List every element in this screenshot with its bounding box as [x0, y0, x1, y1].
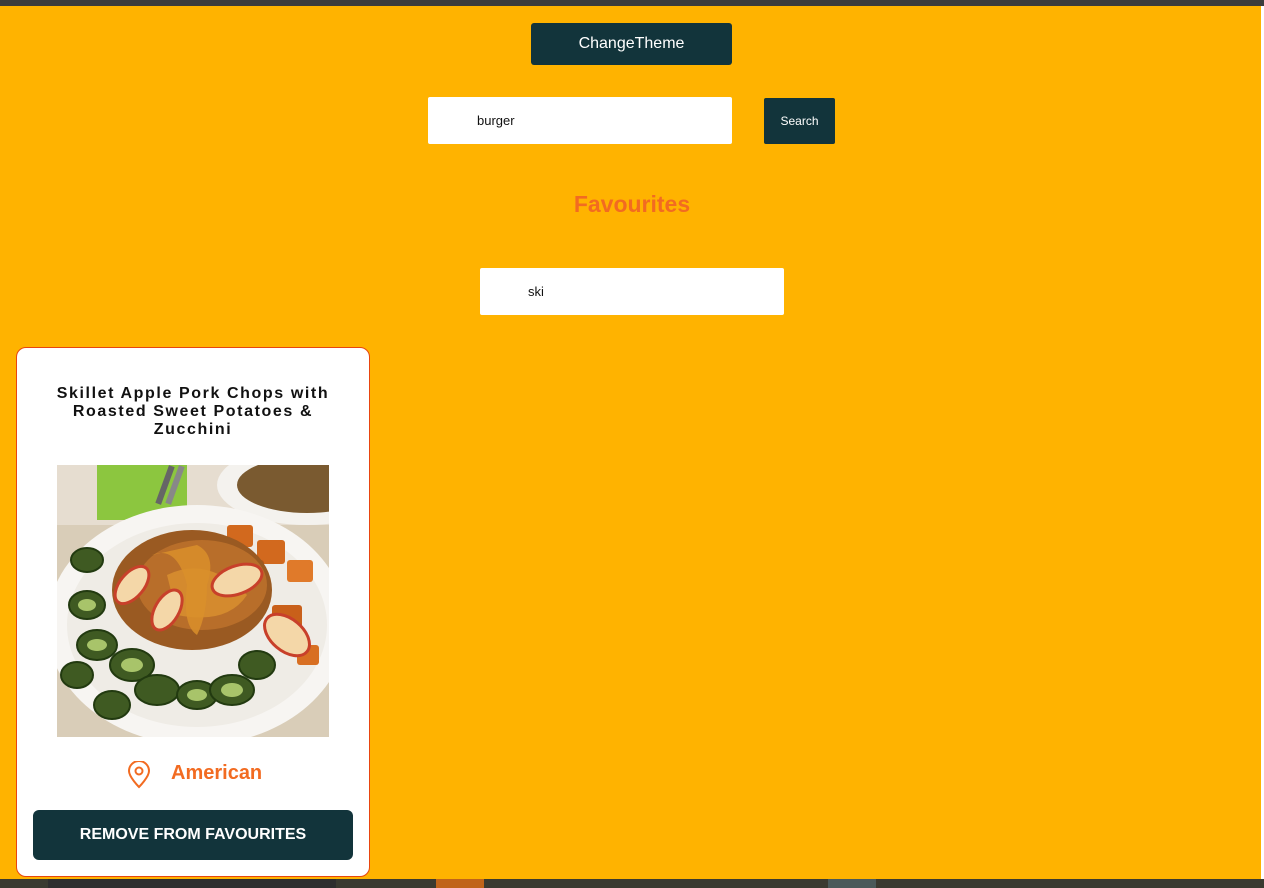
taskbar-segment — [48, 879, 336, 888]
change-theme-button[interactable]: ChangeTheme — [531, 23, 732, 65]
taskbar — [0, 879, 1264, 888]
favourites-filter-input[interactable] — [480, 268, 784, 315]
location-pin-icon — [127, 761, 151, 789]
app-page: ChangeTheme Search Favourites Skillet Ap… — [0, 0, 1264, 888]
cuisine-label: American — [171, 762, 263, 784]
favourites-heading: Favourites — [573, 191, 691, 217]
recipe-image — [57, 465, 329, 737]
taskbar-segment — [436, 879, 484, 888]
search-button[interactable]: Search — [764, 98, 835, 144]
cuisine-row: American — [17, 758, 369, 790]
recipe-title: Skillet Apple Pork Chops with Roasted Sw… — [56, 385, 330, 438]
browser-top-bar — [0, 0, 1264, 6]
taskbar-segment — [828, 879, 876, 888]
search-input[interactable] — [428, 97, 732, 144]
recipe-card: Skillet Apple Pork Chops with Roasted Sw… — [16, 347, 370, 877]
remove-from-favourites-button[interactable]: REMOVE FROM FAVOURITES — [33, 810, 353, 860]
